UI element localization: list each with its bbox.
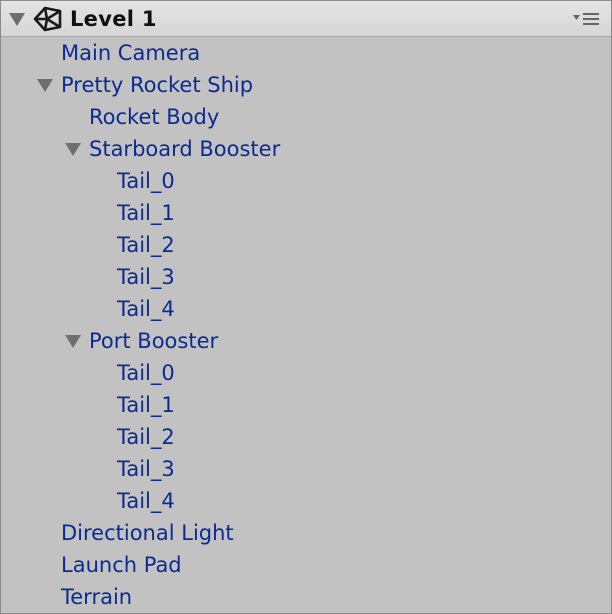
tree-item-starboard-tail-2[interactable]: Tail_2 (1, 229, 611, 261)
tree-item-label: Launch Pad (61, 553, 182, 577)
tree-item-label: Rocket Body (89, 105, 220, 129)
hierarchy-panel: Level 1 Main Camera Pretty Rocket Ship R… (0, 0, 612, 614)
scene-foldout-arrow-icon[interactable] (9, 13, 25, 26)
tree-item-port-tail-4[interactable]: Tail_4 (1, 485, 611, 517)
tree-item-terrain[interactable]: Terrain (1, 581, 611, 613)
tree-item-rocket-body[interactable]: Rocket Body (1, 101, 611, 133)
tree-item-directional-light[interactable]: Directional Light (1, 517, 611, 549)
tree-item-starboard-booster[interactable]: Starboard Booster (1, 133, 611, 165)
tree-item-starboard-tail-0[interactable]: Tail_0 (1, 165, 611, 197)
tree-item-label: Tail_2 (117, 233, 175, 257)
tree-item-port-tail-2[interactable]: Tail_2 (1, 421, 611, 453)
options-menu-icon[interactable] (573, 12, 601, 26)
tree-item-label: Tail_2 (117, 425, 175, 449)
tree-item-label: Tail_0 (117, 169, 175, 193)
tree-item-label: Tail_4 (117, 489, 175, 513)
tree-item-label: Port Booster (89, 329, 219, 353)
tree-item-label: Pretty Rocket Ship (61, 73, 254, 97)
tree-item-main-camera[interactable]: Main Camera (1, 37, 611, 69)
tree-item-label: Terrain (61, 585, 133, 609)
tree-item-port-tail-0[interactable]: Tail_0 (1, 357, 611, 389)
tree-item-label: Tail_4 (117, 297, 175, 321)
tree-item-port-booster[interactable]: Port Booster (1, 325, 611, 357)
tree-item-label: Tail_1 (117, 393, 175, 417)
tree-item-pretty-rocket-ship[interactable]: Pretty Rocket Ship (1, 69, 611, 101)
tree-item-starboard-tail-3[interactable]: Tail_3 (1, 261, 611, 293)
tree-item-label: Tail_1 (117, 201, 175, 225)
tree-item-starboard-tail-1[interactable]: Tail_1 (1, 197, 611, 229)
tree-item-starboard-tail-4[interactable]: Tail_4 (1, 293, 611, 325)
expand-arrow-icon[interactable] (65, 143, 81, 156)
expand-arrow-icon[interactable] (37, 79, 53, 92)
tree-item-label: Tail_3 (117, 457, 175, 481)
expand-arrow-icon[interactable] (65, 335, 81, 348)
tree-item-label: Main Camera (61, 41, 201, 65)
tree-item-port-tail-3[interactable]: Tail_3 (1, 453, 611, 485)
hierarchy-tree: Main Camera Pretty Rocket Ship Rocket Bo… (1, 37, 611, 613)
scene-header[interactable]: Level 1 (1, 1, 611, 37)
tree-item-label: Directional Light (61, 521, 234, 545)
scene-title: Level 1 (70, 7, 157, 31)
tree-item-label: Starboard Booster (89, 137, 281, 161)
tree-item-label: Tail_0 (117, 361, 175, 385)
tree-item-label: Tail_3 (117, 265, 175, 289)
tree-item-launch-pad[interactable]: Launch Pad (1, 549, 611, 581)
unity-logo-icon (33, 6, 62, 32)
tree-item-port-tail-1[interactable]: Tail_1 (1, 389, 611, 421)
